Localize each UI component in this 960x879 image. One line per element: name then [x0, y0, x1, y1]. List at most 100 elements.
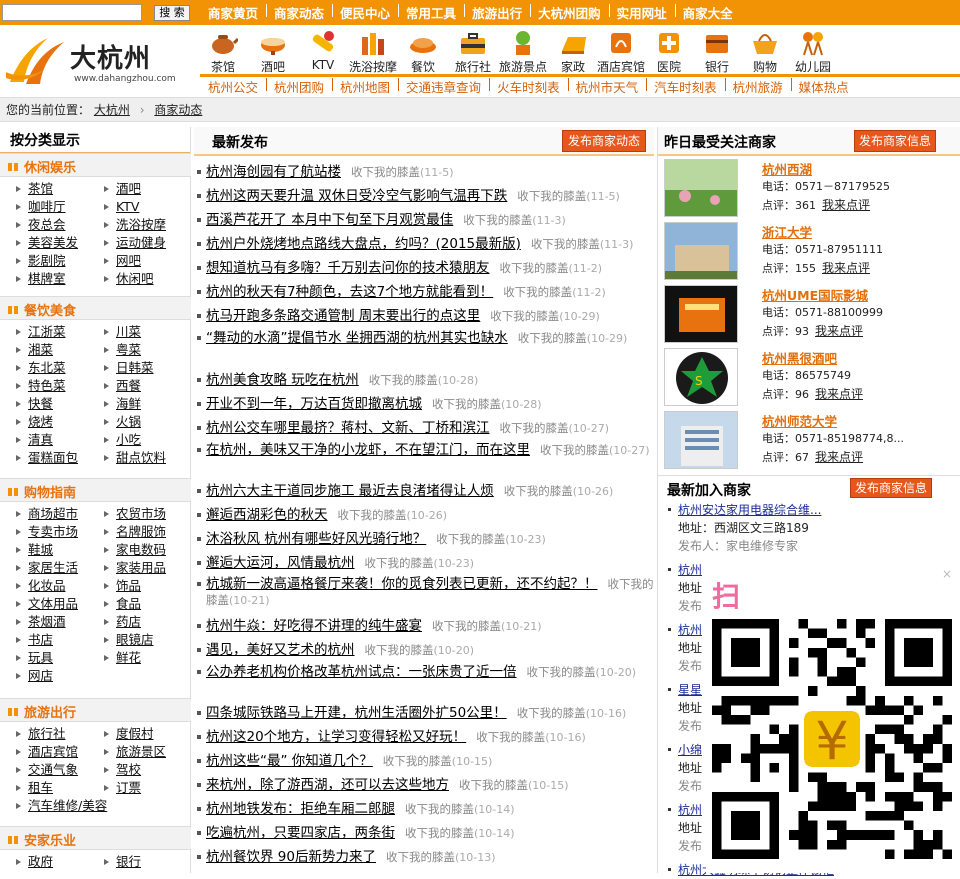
sidebar-item[interactable]: 海鲜 — [102, 395, 190, 413]
sub-nav-item[interactable]: 媒体热点 — [790, 77, 857, 96]
sidebar-item[interactable]: 清真 — [14, 431, 102, 449]
news-title-link[interactable]: 吃遍杭州，只要四家店，两条街 — [206, 825, 395, 841]
top-nav-item[interactable]: 商家黄页 — [200, 3, 266, 22]
news-title-link[interactable]: 杭州美食攻略 玩吃在杭州 — [206, 372, 359, 388]
sidebar-item[interactable]: 银行 — [102, 853, 190, 871]
category-dining[interactable]: 餐饮 — [400, 28, 446, 74]
business-photo[interactable] — [664, 411, 738, 469]
news-title-link[interactable]: 杭州这些“最” 你知道几个？ — [206, 753, 373, 769]
news-title-link[interactable]: 杭州牛焱：好吃得不讲理的纯牛盛宴 — [206, 618, 422, 634]
news-title-link[interactable]: 沐浴秋风 杭州有哪些好风光骑行地？ — [206, 531, 426, 547]
review-link[interactable]: 我来点评 — [815, 450, 863, 464]
sidebar-item[interactable]: 订票 — [102, 779, 190, 797]
sub-nav-item[interactable]: 杭州地图 — [332, 77, 398, 96]
sidebar-item[interactable]: 影剧院 — [14, 252, 102, 270]
sidebar-item[interactable]: 商场超市 — [14, 505, 102, 523]
sidebar-item[interactable]: 洗浴按摩 — [102, 216, 190, 234]
breadcrumb-current-link[interactable]: 商家动态 — [154, 103, 202, 117]
sidebar-item[interactable]: 政府 — [14, 853, 102, 871]
close-icon[interactable]: × — [936, 567, 958, 585]
breadcrumb-home-link[interactable]: 大杭州 — [94, 103, 130, 117]
sidebar-item[interactable]: 玩具 — [14, 649, 102, 667]
category-bar[interactable]: 酒吧 — [250, 28, 296, 74]
sidebar-item[interactable]: 交通气象 — [14, 761, 102, 779]
news-title-link[interactable]: 邂逅大运河，风情最杭州 — [206, 555, 355, 571]
sidebar-item[interactable]: 租车 — [14, 779, 102, 797]
sidebar-item[interactable]: KTV — [102, 198, 190, 216]
sidebar-item[interactable]: 专卖市场 — [14, 523, 102, 541]
category-bath-massage[interactable]: 洗浴按摩 — [349, 28, 397, 74]
news-title-link[interactable]: 杭州六大主干道同步施工 最近去良渚堵得让人烦 — [206, 483, 494, 499]
sidebar-item[interactable]: 化妆品 — [14, 577, 102, 595]
top-nav-item[interactable]: 常用工具 — [398, 3, 464, 22]
sidebar-item[interactable]: 家电数码 — [102, 541, 190, 559]
sidebar-item[interactable]: 东北菜 — [14, 359, 102, 377]
category-kindergarten[interactable]: 幼儿园 — [790, 28, 836, 74]
news-title-link[interactable]: 想知道杭马有多嗨？千万别去问你的技术猿朋友 — [206, 260, 490, 276]
sub-nav-item[interactable]: 杭州团购 — [266, 77, 332, 96]
news-title-link[interactable]: “舞动的水滴”提倡节水 坐拥西湖的杭州其实也缺水 — [206, 330, 508, 346]
category-travel-agency[interactable]: 旅行社 — [450, 28, 496, 74]
sidebar-item[interactable]: 快餐 — [14, 395, 102, 413]
sidebar-item[interactable]: 烧烤 — [14, 413, 102, 431]
sidebar-item[interactable]: 鲜花 — [102, 649, 190, 667]
news-title-link[interactable]: 公办养老机构价格改革杭州试点：一张床贵了近一倍 — [206, 664, 517, 680]
sidebar-item[interactable]: 休闲吧 — [102, 270, 190, 288]
news-title-link[interactable]: 杭州餐饮界 90后新势力来了 — [206, 849, 376, 865]
category-bank[interactable]: 银行 — [694, 28, 740, 74]
news-title-link[interactable]: 西溪芦花开了 本月中下旬至下月观赏最佳 — [206, 212, 453, 228]
sub-nav-item[interactable]: 火车时刻表 — [489, 77, 568, 96]
sidebar-item[interactable]: 药店 — [102, 613, 190, 631]
review-link[interactable]: 我来点评 — [822, 198, 870, 212]
news-title-link[interactable]: 杭州地铁发布：拒绝车厢二郎腿 — [206, 801, 395, 817]
news-title-link[interactable]: 开业不到一年，万达百货即撤离杭城 — [206, 396, 422, 412]
sub-nav-item[interactable]: 杭州旅游 — [724, 77, 791, 96]
sidebar-item[interactable]: 蛋糕面包 — [14, 449, 102, 467]
news-title-link[interactable]: 杭州海创园有了航站楼 — [206, 164, 341, 180]
top-nav-item[interactable]: 实用网址 — [608, 3, 675, 22]
new-business-name-link[interactable]: 杭州安达家用电器综合维... — [678, 501, 960, 519]
sidebar-item[interactable]: 美容美发 — [14, 234, 102, 252]
sidebar-item[interactable]: 川菜 — [102, 323, 190, 341]
sidebar-item[interactable]: 家装用品 — [102, 559, 190, 577]
sidebar-item[interactable]: 夜总会 — [14, 216, 102, 234]
publish-business-button[interactable]: 发布商家信息 — [854, 130, 936, 152]
sidebar-item[interactable]: 汽车维修/美容 — [14, 797, 107, 815]
sidebar-item[interactable]: 江浙菜 — [14, 323, 102, 341]
sidebar-item[interactable]: 特色菜 — [14, 377, 102, 395]
sidebar-item[interactable]: 文体用品 — [14, 595, 102, 613]
category-ktv[interactable]: KTV — [300, 28, 346, 74]
sidebar-item[interactable]: 茶烟酒 — [14, 613, 102, 631]
sidebar-item[interactable]: 旅行社 — [14, 725, 102, 743]
sidebar-item[interactable]: 酒吧 — [102, 180, 190, 198]
sidebar-item[interactable]: 小吃 — [102, 431, 190, 449]
top-nav-item[interactable]: 大杭州团购 — [530, 3, 609, 22]
top-nav-item[interactable]: 商家动态 — [266, 3, 332, 22]
top-nav-item[interactable]: 旅游出行 — [464, 3, 530, 22]
sidebar-item[interactable]: 农贸市场 — [102, 505, 190, 523]
business-name-link[interactable]: 杭州UME国际影城 — [762, 285, 868, 304]
review-link[interactable]: 我来点评 — [815, 387, 863, 401]
sub-nav-item[interactable]: 杭州市天气 — [567, 77, 647, 96]
sub-nav-item[interactable]: 杭州公交 — [200, 77, 266, 96]
business-photo[interactable] — [664, 159, 738, 217]
news-title-link[interactable]: 邂逅西湖彩色的秋天 — [206, 507, 328, 523]
category-hotels[interactable]: 酒店宾馆 — [597, 28, 645, 74]
sidebar-item[interactable]: 甜点饮料 — [102, 449, 190, 467]
category-hospital[interactable]: 医院 — [646, 28, 692, 74]
sub-nav-item[interactable]: 交通违章查询 — [398, 77, 489, 96]
sidebar-item[interactable]: 书店 — [14, 631, 102, 649]
category-shopping[interactable]: 购物 — [742, 28, 788, 74]
publish-new-business-button[interactable]: 发布商家信息 — [850, 478, 932, 498]
sidebar-item[interactable]: 网店 — [14, 667, 102, 685]
sidebar-item[interactable]: 茶馆 — [14, 180, 102, 198]
review-link[interactable]: 我来点评 — [815, 324, 863, 338]
news-title-link[interactable]: 杭州这20个地方，让学习变得轻松又好玩！ — [206, 729, 466, 745]
sidebar-item[interactable]: 鞋城 — [14, 541, 102, 559]
sidebar-item[interactable]: 日韩菜 — [102, 359, 190, 377]
news-title-link[interactable]: 来杭州，除了游西湖，还可以去这些地方 — [206, 777, 449, 793]
news-title-link[interactable]: 在杭州，美味又干净的小龙虾，不在望江门，而在这里 — [206, 442, 530, 458]
sidebar-item[interactable]: 火锅 — [102, 413, 190, 431]
news-title-link[interactable]: 杭州的秋天有7种颜色，去这7个地方就能看到！ — [206, 284, 493, 300]
business-name-link[interactable]: 杭州师范大学 — [762, 411, 837, 430]
